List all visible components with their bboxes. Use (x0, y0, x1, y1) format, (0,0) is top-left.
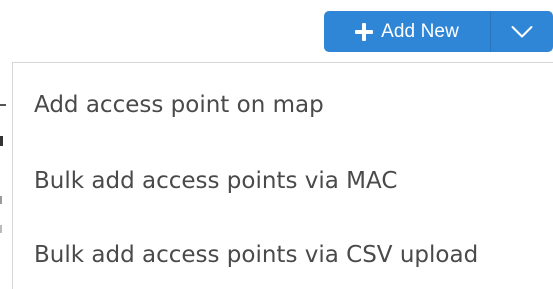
page: Add New Add access point on map Bulk add… (0, 0, 553, 289)
add-new-dropdown-menu: Add access point on map Bulk add access … (12, 62, 553, 289)
background-content-fragment (0, 136, 3, 146)
add-new-split-button: Add New (324, 11, 553, 52)
menu-item-add-access-point-on-map[interactable]: Add access point on map (34, 85, 324, 125)
plus-icon (355, 22, 374, 41)
menu-item-bulk-add-via-mac[interactable]: Bulk add access points via MAC (34, 161, 397, 201)
menu-item-bulk-add-via-csv-upload[interactable]: Bulk add access points via CSV upload (34, 235, 478, 275)
add-new-button[interactable]: Add New (324, 11, 491, 52)
background-content-fragment (0, 104, 6, 106)
add-new-dropdown-toggle[interactable] (491, 11, 553, 52)
background-content-fragment (0, 196, 2, 204)
chevron-down-icon (511, 25, 533, 37)
background-content-fragment (0, 225, 2, 233)
add-new-label: Add New (381, 20, 459, 42)
